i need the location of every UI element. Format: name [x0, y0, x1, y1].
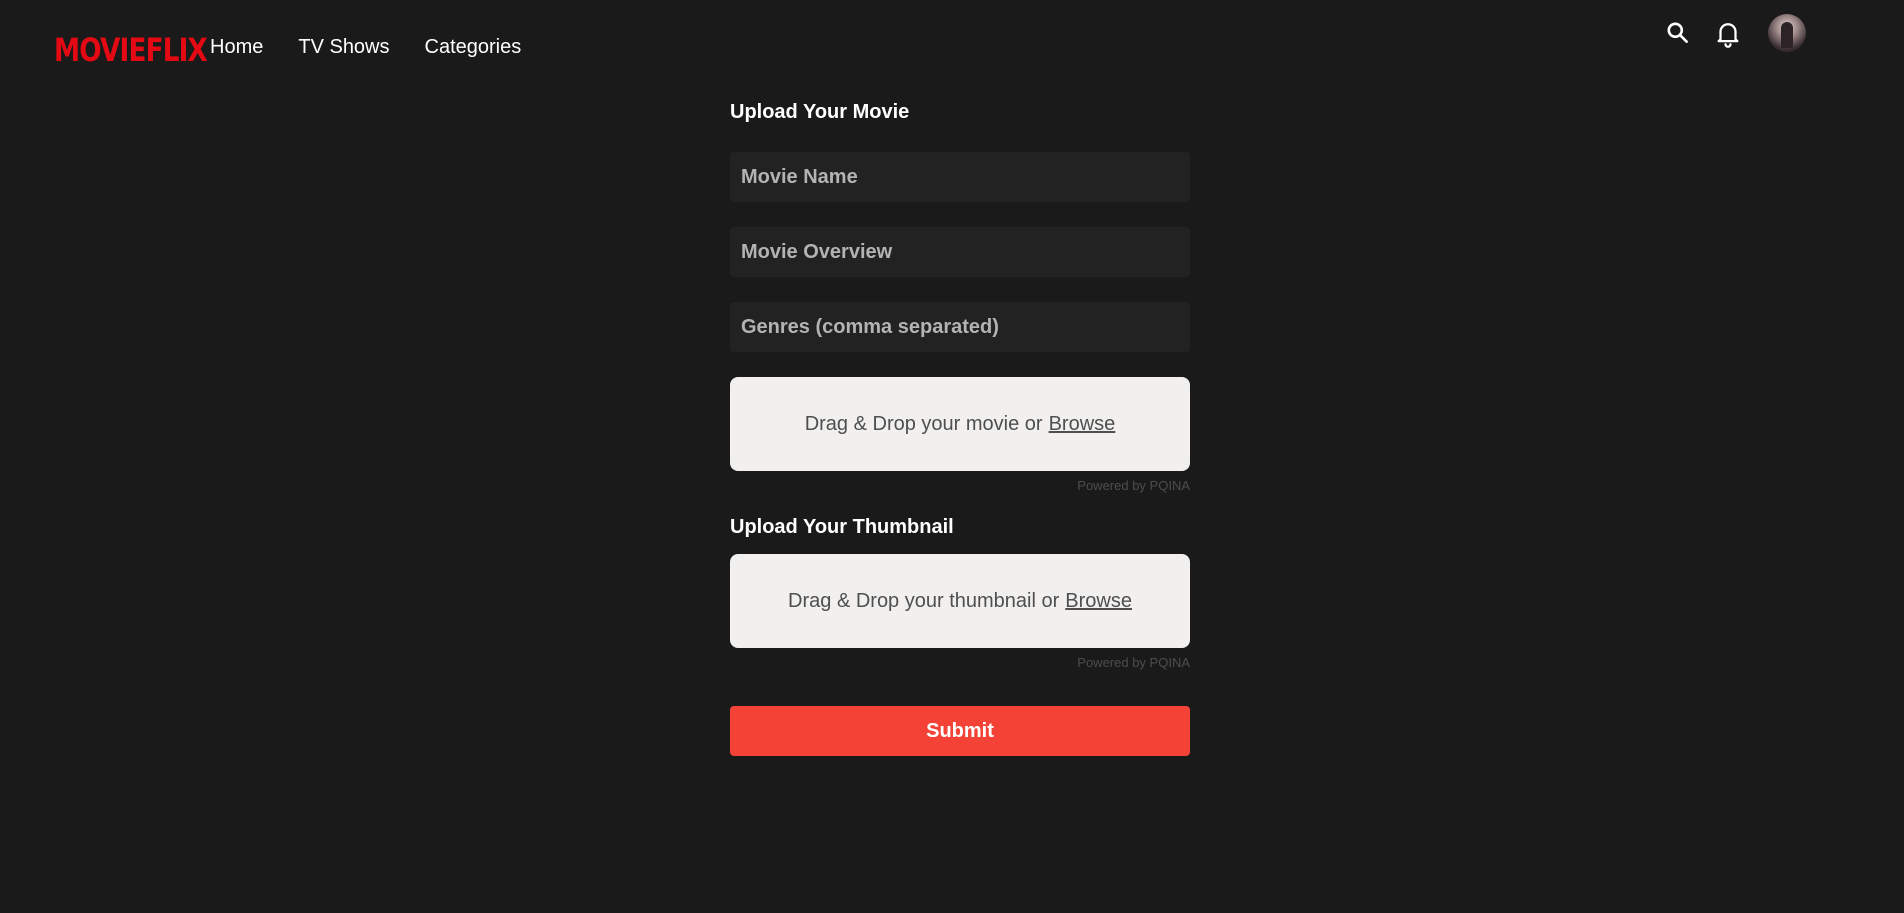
movie-dropzone[interactable]: Drag & Drop your movie or Browse — [730, 377, 1190, 471]
movie-overview-input[interactable] — [730, 227, 1190, 277]
movie-browse-link[interactable]: Browse — [1049, 413, 1116, 436]
bell-icon[interactable] — [1710, 15, 1746, 51]
upload-thumbnail-title: Upload Your Thumbnail — [730, 516, 954, 538]
navbar: MOVIEFLIX Home TV Shows Categories — [0, 0, 1904, 95]
movie-dropzone-credits[interactable]: Powered by PQINA — [730, 478, 1190, 494]
nav-link-home[interactable]: Home — [210, 34, 263, 60]
nav-link-categories[interactable]: Categories — [425, 34, 522, 60]
thumbnail-browse-link[interactable]: Browse — [1065, 590, 1132, 613]
thumbnail-dropzone-credits[interactable]: Powered by PQINA — [730, 655, 1190, 671]
nav-links: Home TV Shows Categories — [210, 34, 556, 60]
brand-logo[interactable]: MOVIEFLIX — [54, 30, 208, 70]
movie-dropzone-text: Drag & Drop your movie or — [804, 412, 1043, 435]
nav-icons — [1660, 14, 1806, 52]
thumbnail-dropzone-text: Drag & Drop your thumbnail or — [788, 589, 1060, 612]
upload-movie-title: Upload Your Movie — [730, 101, 910, 123]
avatar[interactable] — [1768, 14, 1806, 52]
search-icon[interactable] — [1660, 15, 1696, 51]
upload-form: Upload Your Movie Drag & Drop your movie… — [730, 100, 1190, 756]
submit-button[interactable]: Submit — [730, 706, 1190, 756]
nav-link-tv-shows[interactable]: TV Shows — [298, 34, 389, 60]
movie-name-input[interactable] — [730, 152, 1190, 202]
genres-input[interactable] — [730, 302, 1190, 352]
thumbnail-dropzone[interactable]: Drag & Drop your thumbnail or Browse — [730, 554, 1190, 648]
